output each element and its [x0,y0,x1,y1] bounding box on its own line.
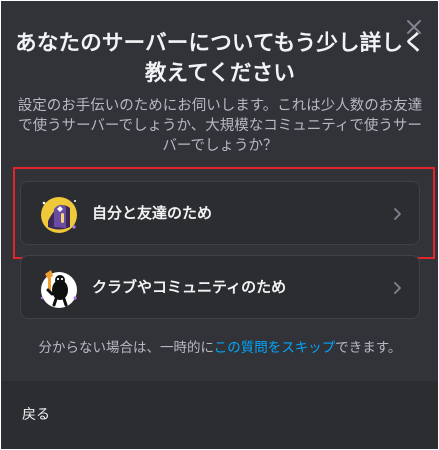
modal-footer: 戻る [1,381,438,449]
modal-subtitle: 設定のお手伝いのためにお伺いします。これは少人数のお友達で使うサーバーでしょうか… [17,98,423,154]
modal-title: あなたのサーバーについてもう少し詳しく教えてください [15,31,425,86]
skip-hint: 分からない場合は、一時的にこの質問をスキップできます。 [11,339,429,357]
community-illustration-icon [39,268,79,308]
skip-prefix: 分からない場合は、一時的に [38,340,214,356]
option-for-club-or-community[interactable]: クラブやコミュニティのため [20,255,420,319]
option-label: クラブやコミュニティのため [92,278,287,296]
chevron-right-icon [389,280,405,296]
chevron-right-icon [389,206,405,222]
skip-suffix: できます。 [335,340,402,356]
friends-illustration-icon [39,194,79,234]
skip-question-link[interactable]: この質問をスキップ [214,340,336,356]
option-label: 自分と友達のため [92,204,213,222]
create-server-modal: あなたのサーバーについてもう少し詳しく教えてください 設定のお手伝いのためにお伺… [1,1,438,449]
back-button[interactable]: 戻る [22,406,50,424]
option-for-me-and-friends[interactable]: 自分と友達のため [20,181,420,245]
